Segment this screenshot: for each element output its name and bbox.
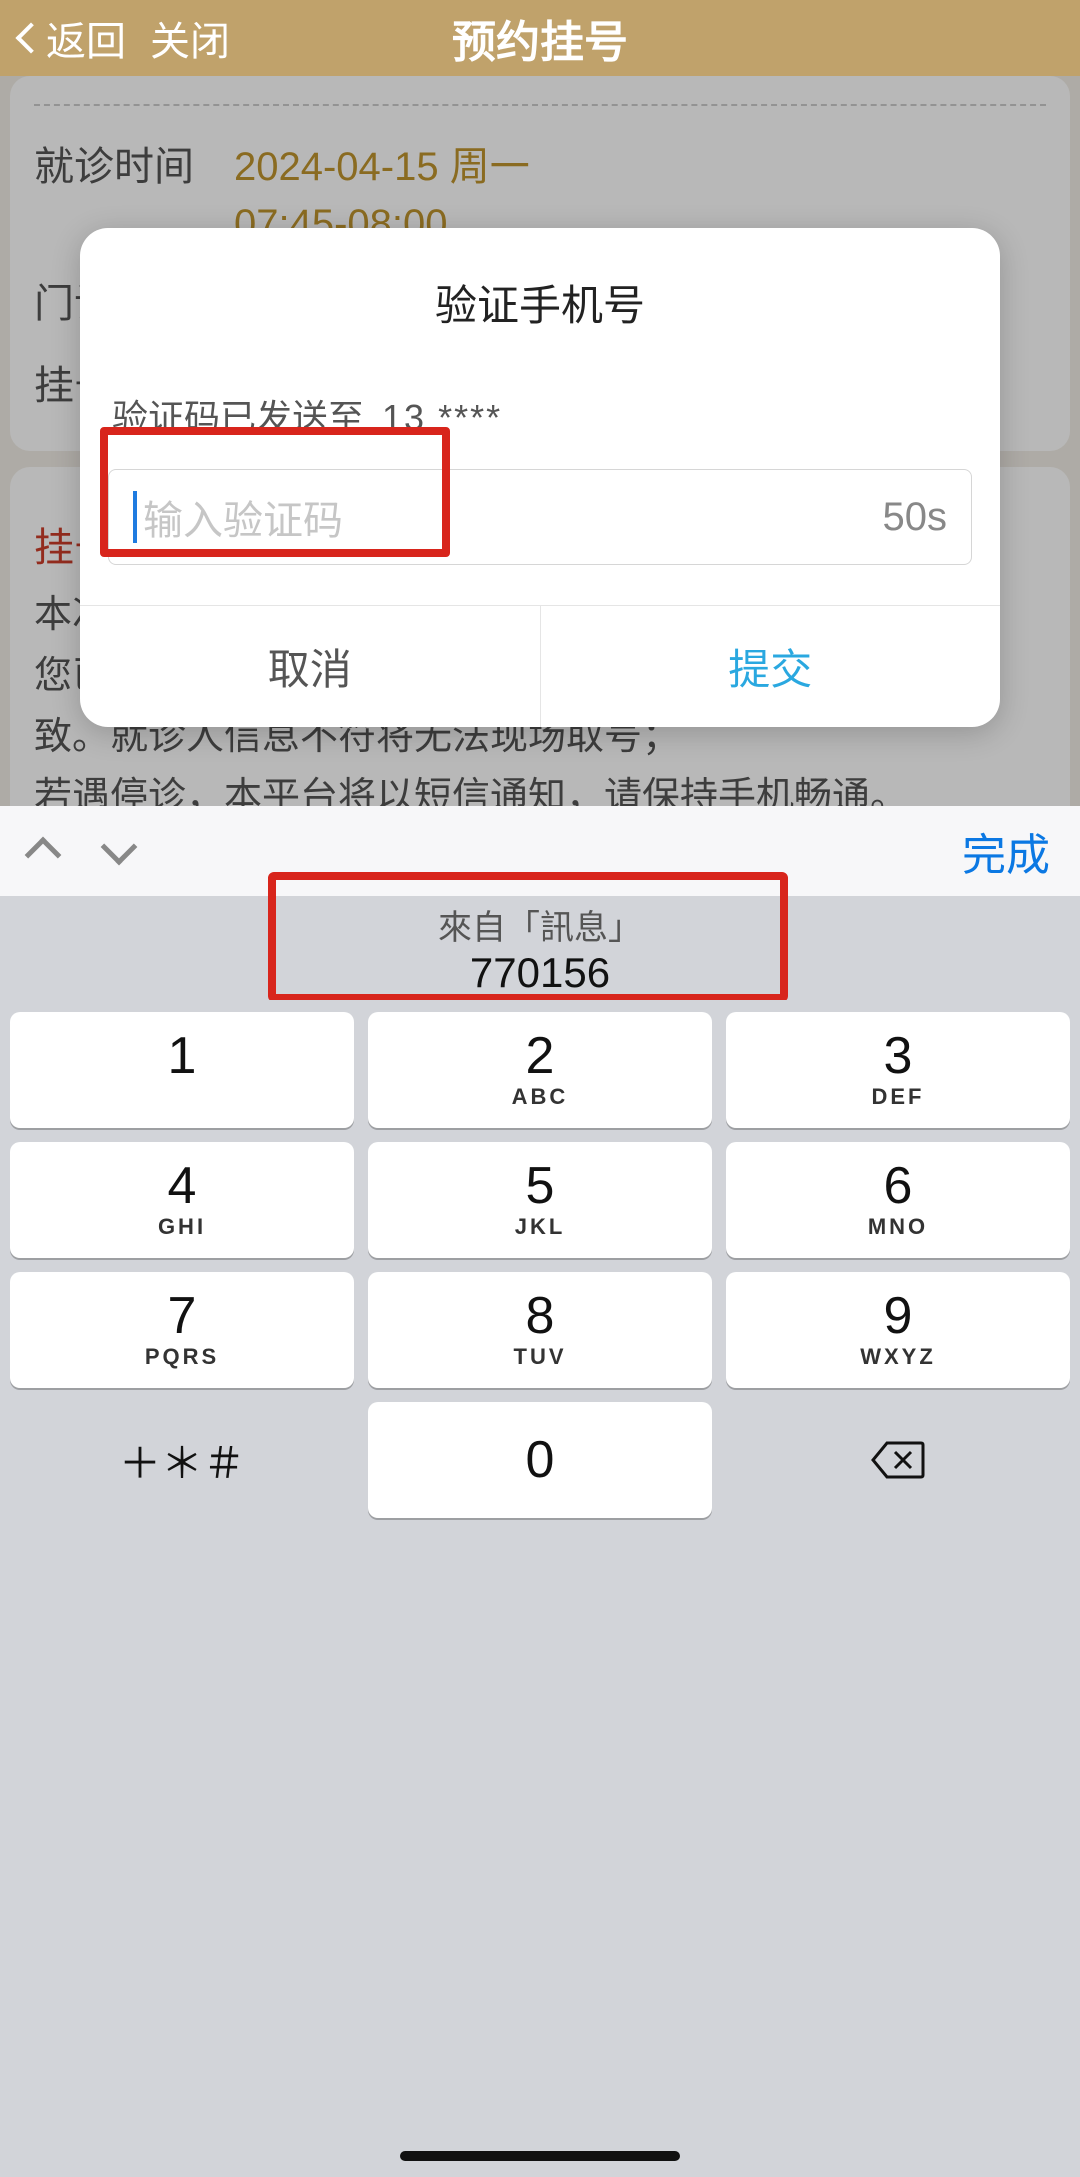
sent-prefix: 验证码已发送至 xyxy=(112,397,364,438)
keyboard-done-button[interactable]: 完成 xyxy=(962,819,1050,883)
code-placeholder: 输入验证码 xyxy=(143,488,343,546)
key-8[interactable]: 8TUV xyxy=(368,1272,712,1388)
close-button[interactable]: 关闭 xyxy=(150,9,230,67)
cancel-button[interactable]: 取消 xyxy=(80,606,541,727)
chevron-left-icon xyxy=(15,22,46,53)
text-cursor-icon xyxy=(133,491,137,543)
sms-code-suggestion[interactable]: 來自「訊息」 770156 xyxy=(438,900,642,997)
modal-title: 验证手机号 xyxy=(80,228,1000,389)
numeric-keypad: 1 2ABC 3DEF 4GHI 5JKL 6MNO 7PQRS 8TUV 9W… xyxy=(0,1000,1080,2177)
suggestion-source: 來自「訊息」 xyxy=(438,900,642,949)
key-delete[interactable] xyxy=(726,1402,1070,1518)
key-1[interactable]: 1 xyxy=(10,1012,354,1128)
key-5[interactable]: 5JKL xyxy=(368,1142,712,1258)
key-7[interactable]: 7PQRS xyxy=(10,1272,354,1388)
keyboard-suggestion-row: 來自「訊息」 770156 xyxy=(0,896,1080,1000)
navbar: 返回 关闭 预约挂号 xyxy=(0,0,1080,76)
key-3[interactable]: 3DEF xyxy=(726,1012,1070,1128)
suggestion-code: 770156 xyxy=(438,949,642,997)
back-button[interactable]: 返回 xyxy=(10,9,126,67)
submit-button[interactable]: 提交 xyxy=(541,606,1001,727)
next-field-button[interactable] xyxy=(101,829,138,866)
key-0[interactable]: 0 xyxy=(368,1402,712,1518)
countdown: 50s xyxy=(883,495,948,540)
key-2[interactable]: 2ABC xyxy=(368,1012,712,1128)
masked-phone: 13 **** xyxy=(382,397,502,438)
code-input[interactable]: 输入验证码 50s xyxy=(108,469,972,565)
verify-modal: 验证手机号 验证码已发送至 13 **** 输入验证码 50s 取消 提交 xyxy=(80,228,1000,727)
backspace-icon xyxy=(871,1441,925,1479)
key-4[interactable]: 4GHI xyxy=(10,1142,354,1258)
key-6[interactable]: 6MNO xyxy=(726,1142,1070,1258)
key-symbols[interactable]: ＋＊＃ xyxy=(10,1402,354,1518)
keyboard-accessory: 完成 xyxy=(0,806,1080,896)
back-label: 返回 xyxy=(46,9,126,67)
home-indicator[interactable] xyxy=(400,2151,680,2161)
key-9[interactable]: 9WXYZ xyxy=(726,1272,1070,1388)
prev-field-button[interactable] xyxy=(25,837,62,874)
